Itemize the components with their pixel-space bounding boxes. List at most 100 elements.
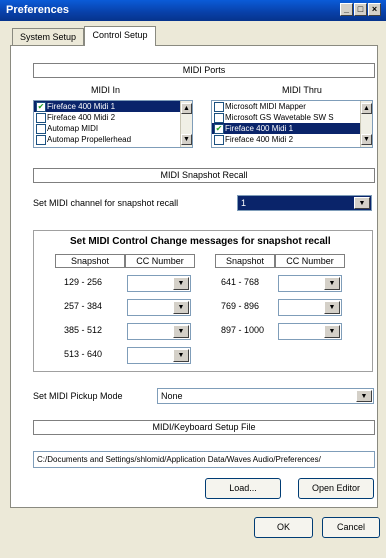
list-item[interactable]: ✔ Fireface 400 Midi 1 [212,123,372,134]
range-label: 257 - 384 [64,301,103,311]
close-icon: × [371,4,378,14]
cc-select[interactable]: ▼ [127,275,191,292]
midi-thru-scrollbar[interactable]: ▲ ▼ [360,101,372,147]
midi-in-scrollbar[interactable]: ▲ ▼ [180,101,192,147]
list-item[interactable]: Fireface 400 Midi 2 [34,112,192,123]
midi-thru-label: MIDI Thru [282,85,322,95]
cc-select[interactable]: ▼ [278,323,342,340]
chevron-down-icon[interactable]: ▼ [173,301,189,314]
chevron-down-icon[interactable]: ▼ [173,277,189,290]
col-snapshot-right: Snapshot [215,254,275,268]
path-text: C:/Documents and Settings/shlomid/Applic… [37,455,321,464]
cc-select[interactable]: ▼ [127,299,191,316]
scroll-up-icon[interactable]: ▲ [361,103,372,114]
section-title: MIDI Ports [182,65,226,75]
item-label: Automap MIDI [47,124,99,133]
maximize-icon: □ [357,4,364,14]
checkbox[interactable]: ✔ [36,102,46,112]
list-item[interactable]: Automap Propellerhead [34,134,192,145]
scroll-up-icon[interactable]: ▲ [181,103,192,114]
checkbox[interactable] [36,135,46,145]
pickup-value: None [161,391,183,401]
pickup-select[interactable]: None ▼ [157,388,374,404]
maximize-button[interactable]: □ [354,3,367,16]
item-label: Fireface 400 Midi 1 [47,102,116,111]
col-snapshot-left: Snapshot [55,254,125,268]
range-label: 897 - 1000 [221,325,265,335]
col-label: Snapshot [70,256,110,266]
scroll-down-icon[interactable]: ▼ [181,134,192,145]
setup-file-path[interactable]: C:/Documents and Settings/shlomid/Applic… [33,451,375,468]
chevron-down-icon[interactable]: ▼ [324,277,340,290]
list-item[interactable]: Microsoft MIDI Mapper [212,101,372,112]
cancel-button[interactable]: Cancel [322,517,380,538]
checkbox[interactable]: ✔ [214,124,224,134]
minimize-icon: _ [343,4,349,14]
chevron-down-icon[interactable]: ▼ [354,197,370,209]
keyboard-setup-header: MIDI/Keyboard Setup File [33,420,375,435]
col-label: Snapshot [225,256,265,266]
item-label: Fireface 400 Midi 2 [47,113,116,122]
cc-select[interactable]: ▼ [278,275,342,292]
tab-control-setup[interactable]: Control Setup [84,26,156,46]
ok-button[interactable]: OK [254,517,313,538]
midi-thru-list[interactable]: Microsoft MIDI Mapper Microsoft GS Wavet… [211,100,373,148]
checkbox[interactable] [214,102,224,112]
snapshot-recall-header: MIDI Snapshot Recall [33,168,375,183]
cc-select[interactable]: ▼ [127,347,191,364]
scroll-down-icon[interactable]: ▼ [361,134,372,145]
list-item[interactable]: Automap MIDI [34,123,192,134]
col-label: CC Number [286,256,334,266]
list-item[interactable]: ✔ Fireface 400 Midi 1 [34,101,192,112]
col-cc-left: CC Number [125,254,195,268]
midi-in-label: MIDI In [91,85,121,95]
list-item[interactable]: Microsoft GS Wavetable SW S [212,112,372,123]
chevron-down-icon[interactable]: ▼ [173,349,189,362]
load-button[interactable]: Load... [205,478,281,499]
tab-label: System Setup [19,32,77,42]
midi-in-list[interactable]: ✔ Fireface 400 Midi 1 Fireface 400 Midi 2… [33,100,193,148]
tab-system-setup[interactable]: System Setup [12,28,84,46]
channel-select[interactable]: 1 ▼ [237,195,372,211]
window-title-bar[interactable]: Preferences [0,0,386,21]
button-label: Open Editor [311,483,361,493]
range-label: 641 - 768 [221,277,260,287]
item-label: Microsoft MIDI Mapper [225,102,306,111]
item-label: Microsoft GS Wavetable SW S [225,113,334,122]
button-label: Cancel [336,522,365,532]
checkbox[interactable] [214,135,224,145]
chevron-down-icon[interactable]: ▼ [356,390,372,402]
cc-title: Set MIDI Control Change messages for sna… [70,236,331,247]
midi-ports-header: MIDI Ports [33,63,375,78]
chevron-down-icon[interactable]: ▼ [173,325,189,338]
section-title: MIDI/Keyboard Setup File [152,422,256,432]
item-label: Fireface 400 Midi 1 [225,124,294,133]
window-title: Preferences [6,4,69,16]
col-cc-right: CC Number [275,254,345,268]
cc-select[interactable]: ▼ [278,299,342,316]
open-editor-button[interactable]: Open Editor [298,478,374,499]
checkbox[interactable] [214,113,224,123]
range-label: 513 - 640 [64,349,103,359]
range-label: 129 - 256 [64,277,103,287]
item-label: Automap Propellerhead [47,135,132,144]
button-label: OK [276,522,290,532]
item-label: Fireface 400 Midi 2 [225,135,294,144]
list-item[interactable]: Fireface 400 Midi 2 [212,134,372,145]
channel-value: 1 [241,198,247,208]
pickup-label: Set MIDI Pickup Mode [33,391,123,401]
close-button[interactable]: × [368,3,381,16]
channel-label: Set MIDI channel for snapshot recall [33,198,179,208]
section-title: MIDI Snapshot Recall [160,170,248,180]
col-label: CC Number [136,256,184,266]
range-label: 769 - 896 [221,301,260,311]
chevron-down-icon[interactable]: ▼ [324,325,340,338]
range-label: 385 - 512 [64,325,103,335]
checkbox[interactable] [36,113,46,123]
tab-label: Control Setup [92,30,148,40]
checkbox[interactable] [36,124,46,134]
chevron-down-icon[interactable]: ▼ [324,301,340,314]
minimize-button[interactable]: _ [340,3,353,16]
cc-select[interactable]: ▼ [127,323,191,340]
button-label: Load... [229,483,257,493]
